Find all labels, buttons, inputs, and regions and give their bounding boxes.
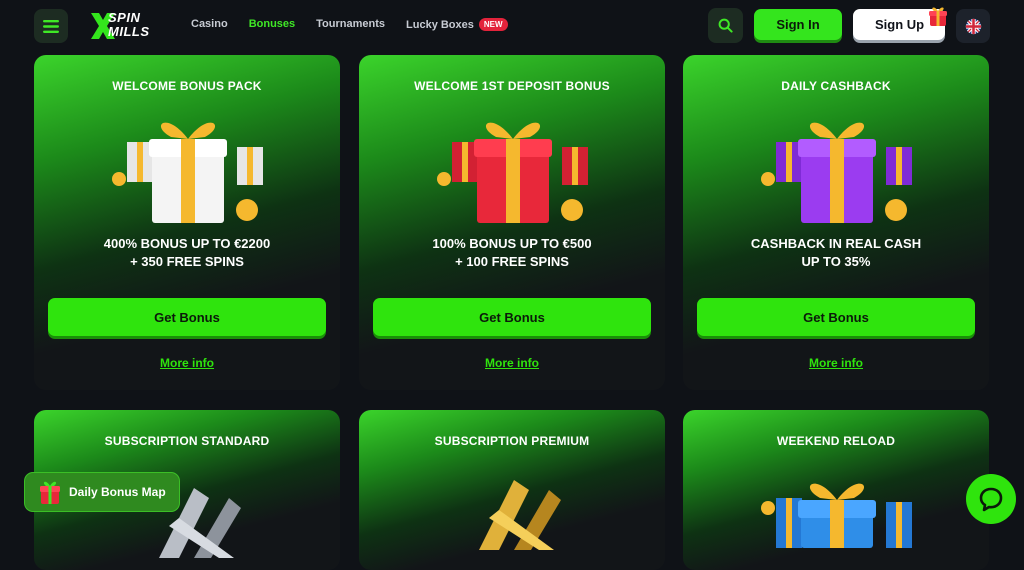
bonus-card-welcome-pack: WELCOME BONUS PACK 400% BONUS UP TO €220… [34, 55, 340, 390]
card-title: SUBSCRIPTION STANDARD [104, 434, 270, 448]
gift-boxes-illustration [761, 483, 912, 548]
gift-boxes-illustration [437, 122, 588, 223]
get-bonus-button[interactable]: Get Bonus [373, 298, 651, 336]
card-title: WELCOME 1ST DEPOSIT BONUS [414, 79, 610, 93]
card-title: WELCOME BONUS PACK [112, 79, 262, 93]
more-info-link[interactable]: More info [34, 356, 340, 370]
hamburger-icon [43, 19, 59, 33]
sign-up-label: Sign Up [875, 17, 925, 32]
card-description: 100% BONUS UP TO €500 + 100 FREE SPINS [432, 236, 592, 269]
card-title: WEEKEND RELOAD [776, 434, 896, 448]
bonus-card-daily-cashback: DAILY CASHBACK CASHBACK IN REAL CASH UP … [683, 55, 989, 390]
card-title: DAILY CASHBACK [781, 79, 891, 93]
gold-badge-illustration [479, 480, 561, 550]
top-header: SPIN MILLS Casino Bonuses Tournaments Lu… [0, 0, 1024, 52]
nav-lucky-boxes-label: Lucky Boxes [406, 19, 474, 31]
new-badge: NEW [478, 18, 508, 31]
spinmills-logo[interactable]: SPIN MILLS [88, 9, 160, 43]
live-chat-button[interactable] [966, 474, 1016, 524]
nav-tournaments[interactable]: Tournaments [316, 18, 385, 31]
more-info-link[interactable]: More info [359, 356, 665, 370]
language-selector[interactable] [956, 9, 990, 43]
menu-button[interactable] [34, 9, 68, 43]
search-button[interactable] [708, 8, 743, 43]
search-icon [718, 18, 733, 33]
daily-bonus-map-button[interactable]: Daily Bonus Map [24, 472, 180, 512]
nav-bonuses[interactable]: Bonuses [249, 18, 295, 31]
daily-bonus-map-label: Daily Bonus Map [69, 485, 166, 499]
get-bonus-button[interactable]: Get Bonus [48, 298, 326, 336]
bonus-card-weekend-reload: WEEKEND RELOAD [683, 410, 989, 570]
main-nav: Casino Bonuses Tournaments Lucky Boxes NE… [191, 18, 529, 31]
sign-up-button[interactable]: Sign Up [853, 7, 947, 40]
nav-lucky-boxes[interactable]: Lucky Boxes NEW [406, 18, 508, 31]
get-bonus-button[interactable]: Get Bonus [697, 298, 975, 336]
uk-flag-icon [965, 18, 981, 34]
bonus-card-first-deposit: WELCOME 1ST DEPOSIT BONUS 100% BONUS UP … [359, 55, 665, 390]
chat-bubble-icon [979, 487, 1003, 512]
gift-icon [40, 481, 60, 504]
logo-text: SPIN MILLS [108, 10, 150, 39]
card-description: CASHBACK IN REAL CASH UP TO 35% [750, 236, 922, 269]
gift-icon [929, 7, 947, 26]
nav-casino[interactable]: Casino [191, 18, 228, 31]
bonus-card-subscription-premium: SUBSCRIPTION PREMIUM [359, 410, 665, 570]
card-description: 400% BONUS UP TO €2200 + 350 FREE SPINS [103, 236, 271, 269]
sign-in-button[interactable]: Sign In [754, 9, 842, 40]
gift-boxes-illustration [112, 122, 263, 223]
more-info-link[interactable]: More info [683, 356, 989, 370]
card-title: SUBSCRIPTION PREMIUM [434, 434, 590, 448]
gift-boxes-illustration [761, 122, 912, 223]
